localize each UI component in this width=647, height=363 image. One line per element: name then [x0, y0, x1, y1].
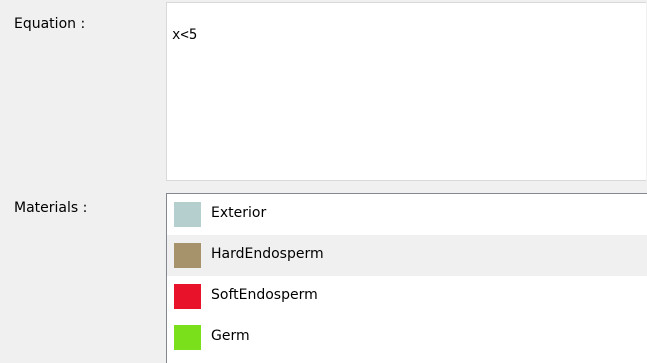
material-item-label: SoftEndosperm — [211, 287, 318, 303]
material-item-exterior[interactable]: Exterior — [167, 194, 647, 235]
materials-list[interactable]: Exterior HardEndosperm SoftEndosperm Ger… — [166, 193, 647, 363]
material-item-label: HardEndosperm — [211, 246, 324, 262]
material-color-swatch — [174, 202, 201, 227]
equation-textarea[interactable]: x<5 — [166, 2, 646, 181]
material-item-softendosperm[interactable]: SoftEndosperm — [167, 276, 647, 317]
equation-value: x<5 — [172, 27, 198, 43]
equation-label: Equation : — [14, 16, 86, 32]
material-color-swatch — [174, 325, 201, 350]
material-color-swatch — [174, 284, 201, 309]
materials-label: Materials : — [14, 200, 88, 216]
material-item-label: Germ — [211, 328, 250, 344]
material-item-hardendosperm[interactable]: HardEndosperm — [167, 235, 647, 276]
material-color-swatch — [174, 243, 201, 268]
material-item-germ[interactable]: Germ — [167, 317, 647, 358]
material-item-label: Exterior — [211, 205, 267, 221]
